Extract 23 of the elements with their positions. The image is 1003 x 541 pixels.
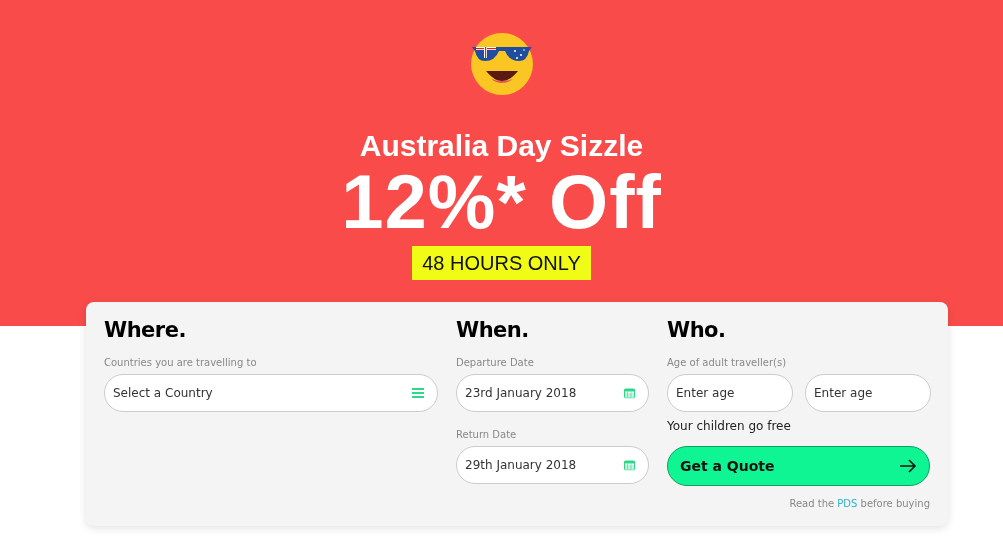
date-field[interactable]: 23rd January 2018 [456, 374, 649, 412]
field-label: Return Date [456, 428, 517, 442]
field-label: Departure Date [456, 356, 534, 370]
country-select[interactable]: Select a Country [104, 374, 438, 412]
discount-headline: 12%* Off [341, 164, 662, 240]
sunglasses-emoji-icon [468, 31, 535, 97]
age-field[interactable]: Enter age [805, 374, 931, 412]
calendar-icon [624, 387, 635, 399]
calendar-icon [624, 459, 635, 471]
when-heading: When. [456, 317, 529, 344]
promo-title: Australia Day Sizzle [359, 128, 644, 164]
children-note: Your children go free [667, 418, 791, 434]
arrow-right-icon [899, 459, 917, 473]
pds-notice: Read the PDS before buying [789, 498, 930, 509]
date-field[interactable]: 29th January 2018 [456, 446, 649, 484]
age-field[interactable]: Enter age [667, 374, 793, 412]
who-heading: Who. [667, 317, 726, 344]
field-label: Age of adult traveller(s) [667, 356, 787, 370]
get-quote-button[interactable]: Get a Quote [667, 446, 930, 486]
list-icon [412, 388, 424, 398]
limited-time-badge: 48 HOURS ONLY [412, 246, 591, 280]
field-label: Countries you are travelling to [104, 356, 257, 370]
where-heading: Where. [104, 317, 186, 344]
